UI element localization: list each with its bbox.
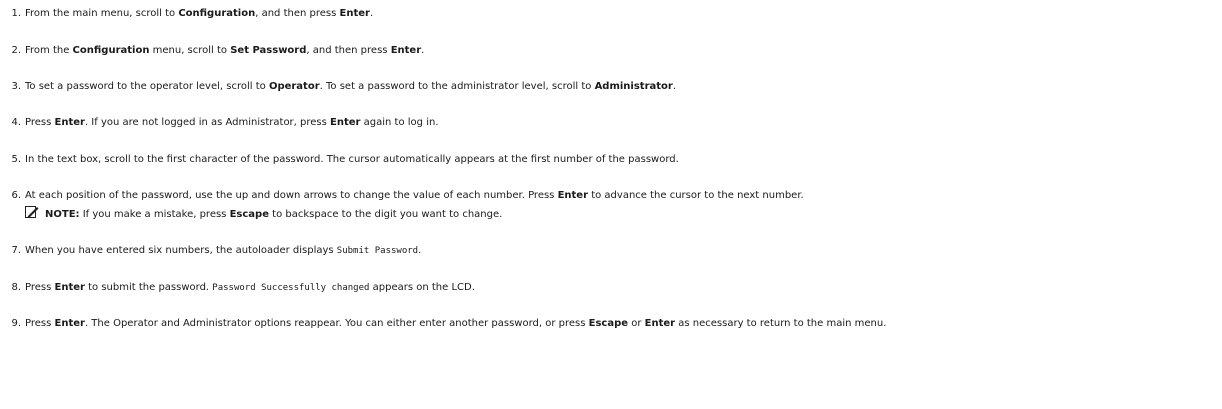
step-text: From the main menu, scroll to Configurat… — [25, 8, 374, 19]
step-number: 1. — [11, 8, 21, 19]
step-text: Press Enter. If you are not logged in as… — [25, 117, 439, 128]
instruction-list: 1. From the main menu, scroll to Configu… — [0, 0, 1222, 409]
step-number: 7. — [11, 245, 21, 256]
step-number: 8. — [11, 282, 21, 293]
note-label: NOTE: — [45, 209, 80, 220]
step-number: 4. — [11, 117, 21, 128]
step-text: Press Enter. The Operator and Administra… — [25, 318, 887, 329]
step-number: 3. — [11, 81, 21, 92]
step-text: When you have entered six numbers, the a… — [25, 245, 422, 256]
step-text: From the Configuration menu, scroll to S… — [25, 45, 425, 56]
lcd-text: Submit Password — [336, 246, 419, 256]
step-number: 6. — [11, 190, 21, 201]
pencil-note-icon — [25, 205, 39, 223]
step-text: In the text box, scroll to the first cha… — [25, 154, 679, 165]
step-number: 5. — [11, 154, 21, 165]
note-callout: NOTE: If you make a mistake, press Escap… — [25, 205, 1185, 223]
step-text: Press Enter to submit the password. Pass… — [25, 282, 475, 293]
step-text: To set a password to the operator level,… — [25, 81, 677, 92]
step-text: At each position of the password, use th… — [25, 190, 1185, 223]
step-paragraph: At each position of the password, use th… — [25, 190, 804, 201]
step-number: 9. — [11, 318, 21, 329]
lcd-text: Password Successfully changed — [212, 283, 370, 293]
step-number: 2. — [11, 45, 21, 56]
